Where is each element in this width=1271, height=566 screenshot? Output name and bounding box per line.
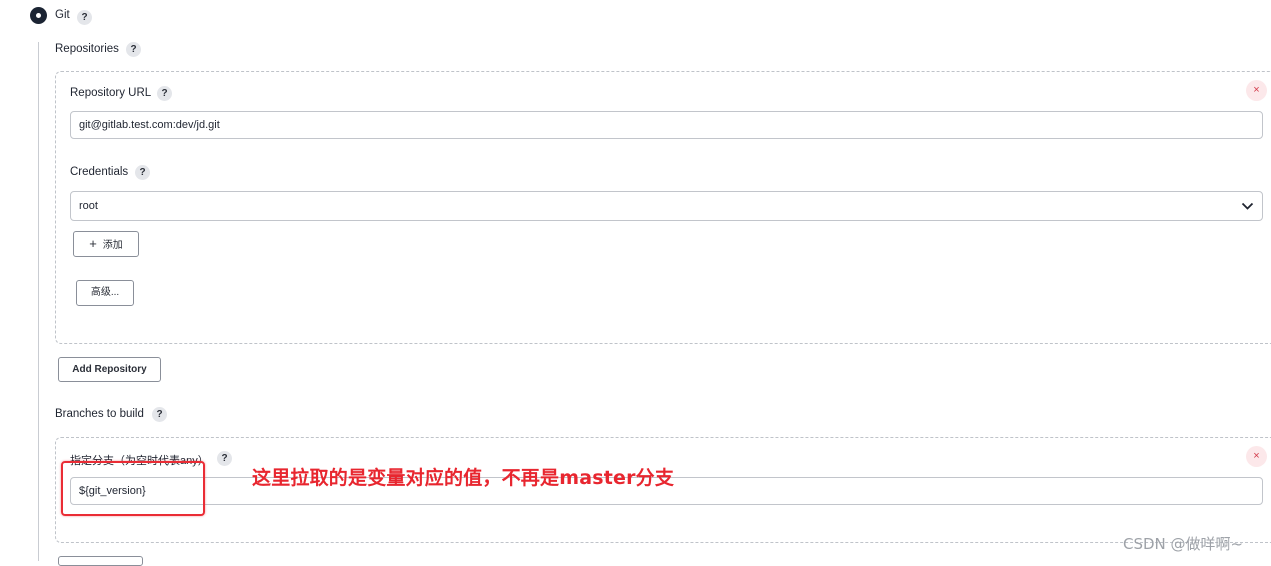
section-indent-line (38, 42, 39, 561)
repository-url-help-icon[interactable]: ? (157, 86, 172, 101)
remove-branch-icon[interactable]: × (1246, 446, 1267, 467)
branch-specifier-help-icon[interactable]: ? (217, 451, 232, 466)
repositories-help-icon[interactable]: ? (126, 42, 141, 57)
watermark: CSDN @做咩啊~ (1123, 535, 1244, 553)
git-radio-selected[interactable] (30, 7, 47, 24)
credentials-help-icon[interactable]: ? (135, 165, 150, 180)
credentials-selected-value: root (79, 200, 98, 212)
repository-url-label: Repository URL (70, 87, 152, 99)
add-credentials-button[interactable]: + 添加 (73, 231, 139, 257)
advanced-button[interactable]: 高级... (76, 280, 134, 306)
add-branch-button[interactable] (58, 556, 143, 566)
annotation-text: 这里拉取的是变量对应的值，不再是master分支 (252, 467, 675, 489)
add-credentials-label: 添加 (102, 240, 123, 251)
remove-repository-icon[interactable]: × (1246, 80, 1267, 101)
repositories-label: Repositories (55, 43, 119, 55)
credentials-label: Credentials (70, 166, 129, 178)
chevron-down-icon (1241, 192, 1254, 229)
git-label: Git (55, 9, 70, 21)
add-repository-button[interactable]: Add Repository (58, 357, 161, 382)
plus-icon: + (89, 236, 97, 251)
radio-dot-icon (36, 13, 41, 18)
credentials-select[interactable]: root (70, 191, 1263, 221)
branches-help-icon[interactable]: ? (152, 407, 167, 422)
branches-label: Branches to build (55, 408, 144, 420)
annotation-highlight-box (61, 461, 205, 516)
repository-url-input[interactable]: git@gitlab.test.com:dev/jd.git (70, 111, 1263, 139)
git-help-icon[interactable]: ? (77, 10, 92, 25)
